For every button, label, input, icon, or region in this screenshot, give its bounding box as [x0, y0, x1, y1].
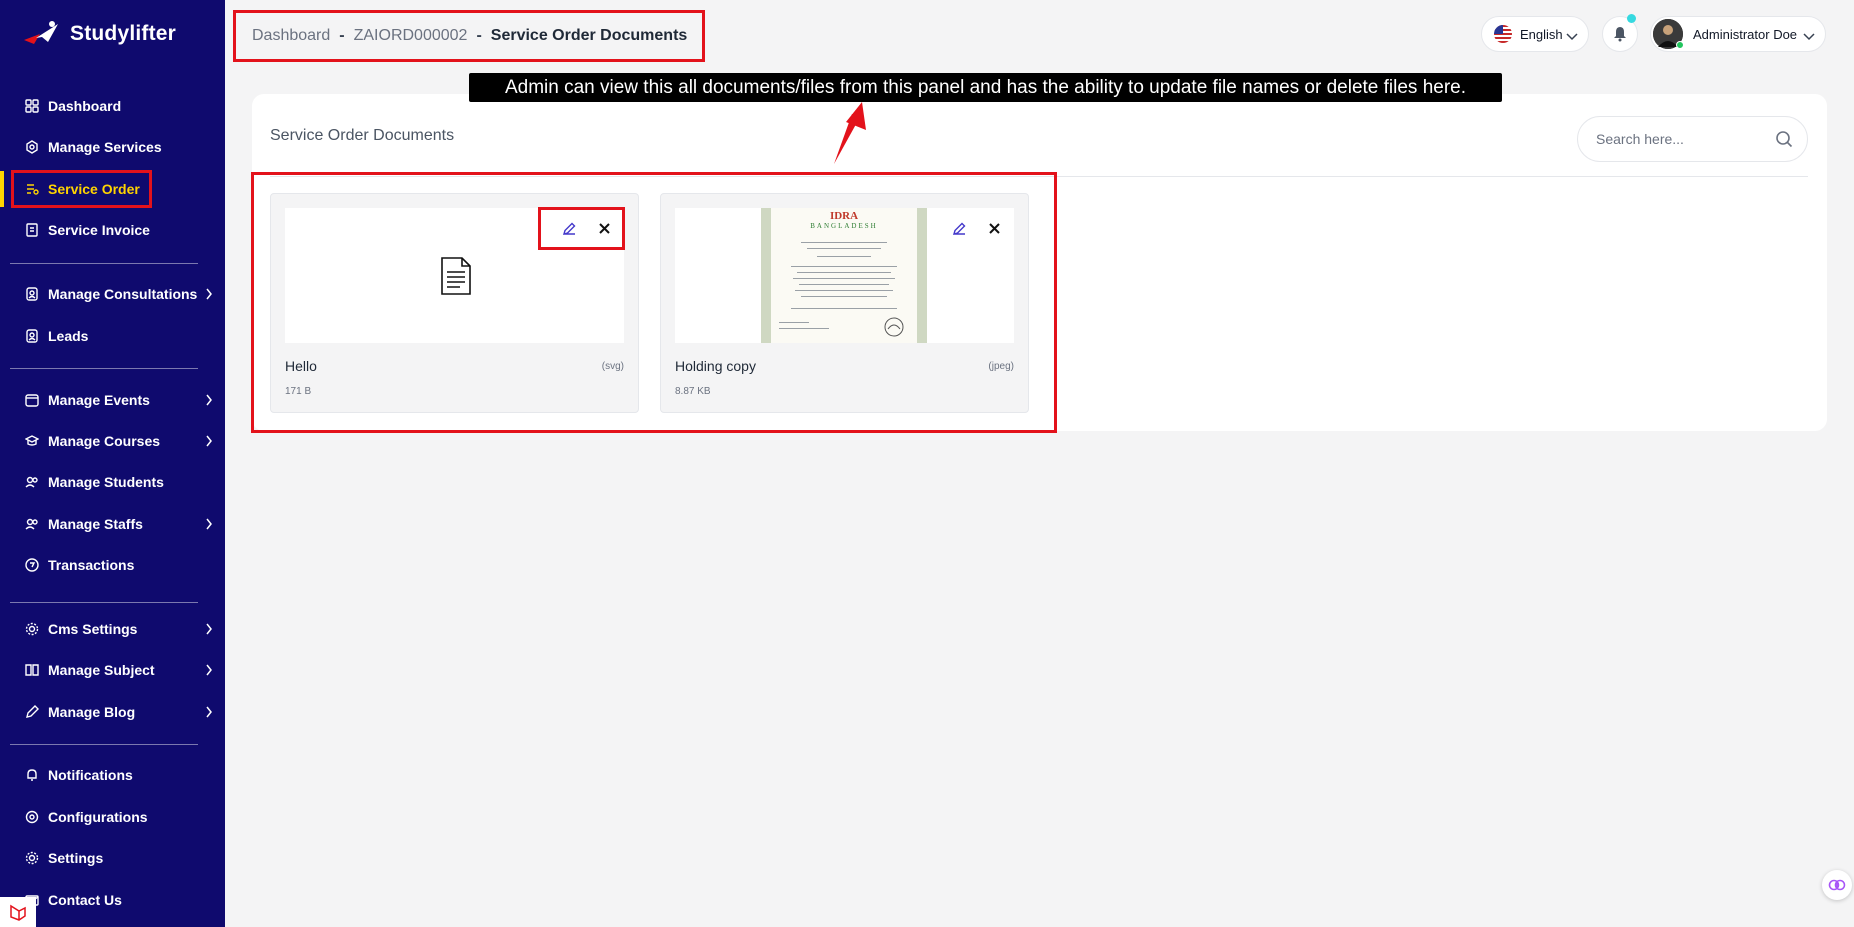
brain-icon — [1828, 879, 1846, 891]
actions-highlight — [538, 207, 625, 250]
bell-icon — [1614, 27, 1626, 42]
chevron-right-icon — [205, 287, 213, 303]
sidebar-divider — [10, 263, 198, 264]
sidebar-item-label: Manage Students — [48, 474, 164, 490]
bell-icon — [24, 767, 40, 783]
dashboard-icon — [24, 98, 40, 114]
brand-name: Studylifter — [70, 22, 177, 45]
sidebar-item-label: Manage Blog — [48, 704, 136, 720]
sidebar-item-manage-students[interactable]: Manage Students — [0, 464, 225, 500]
avatar — [1653, 19, 1684, 49]
chevron-down-icon — [1566, 29, 1578, 44]
us-flag-icon — [1494, 25, 1512, 43]
sidebar-item-service-order[interactable]: Service Order — [0, 171, 225, 207]
staffs-icon — [24, 516, 40, 532]
notification-dot — [1627, 14, 1636, 23]
language-selector[interactable]: English — [1481, 16, 1589, 52]
chevron-right-icon — [205, 705, 213, 721]
sidebar-item-manage-courses[interactable]: Manage Courses — [0, 423, 225, 459]
language-label: English — [1520, 26, 1563, 42]
chevron-right-icon — [205, 663, 213, 679]
sidebar-item-label: Leads — [48, 328, 89, 344]
transactions-icon — [24, 557, 40, 573]
chevron-right-icon — [205, 622, 213, 638]
search-input[interactable] — [1596, 131, 1766, 147]
services-icon — [24, 139, 40, 155]
search-icon[interactable] — [1775, 130, 1793, 153]
blog-icon — [24, 704, 40, 720]
user-menu[interactable]: Administrator Doe — [1650, 16, 1826, 52]
courses-icon — [24, 433, 40, 449]
sidebar-item-cms-settings[interactable]: Cms Settings — [0, 611, 225, 647]
sidebar-item-label: Manage Courses — [48, 433, 161, 449]
configurations-icon — [24, 809, 40, 825]
sidebar-item-label: Manage Staffs — [48, 516, 143, 532]
panel-title: Service Order Documents — [270, 127, 455, 144]
sidebar-item-label: Manage Subject — [48, 662, 155, 678]
sidebar-item-manage-staffs[interactable]: Manage Staffs — [0, 506, 225, 542]
sidebar-item-manage-subject[interactable]: Manage Subject — [0, 652, 225, 688]
sidebar: Studylifter Dashboard Manage Services Se… — [0, 0, 225, 927]
sidebar-item-label: Service Order — [48, 181, 140, 197]
sidebar-item-label: Contact Us — [48, 892, 122, 908]
sidebar-item-label: Cms Settings — [48, 621, 138, 637]
chevron-right-icon — [205, 517, 213, 533]
assistant-button[interactable] — [1822, 870, 1852, 900]
sidebar-item-label: Settings — [48, 850, 104, 866]
events-icon — [24, 392, 40, 408]
sidebar-item-settings[interactable]: Settings — [0, 840, 225, 876]
breadcrumb-current: Service Order Documents — [490, 27, 688, 44]
sidebar-item-configurations[interactable]: Configurations — [0, 799, 225, 835]
sidebar-item-service-invoice[interactable]: Service Invoice — [0, 212, 225, 248]
subject-icon — [24, 662, 40, 678]
sidebar-item-label: Transactions — [48, 557, 135, 573]
sidebar-item-label: Manage Events — [48, 392, 150, 408]
students-icon — [24, 474, 40, 490]
gear-icon — [24, 850, 40, 866]
sidebar-item-manage-blog[interactable]: Manage Blog — [0, 694, 225, 730]
sidebar-item-label: Dashboard — [48, 98, 122, 114]
sidebar-divider — [10, 602, 198, 603]
sidebar-item-dashboard[interactable]: Dashboard — [0, 88, 225, 124]
sidebar-item-manage-services[interactable]: Manage Services — [0, 129, 225, 165]
sidebar-divider — [10, 368, 198, 369]
invoice-icon — [24, 222, 40, 238]
studylifter-logo-icon — [24, 21, 58, 44]
sidebar-item-label: Configurations — [48, 809, 148, 825]
sidebar-item-label: Notifications — [48, 767, 133, 783]
online-status-dot — [1676, 41, 1684, 49]
breadcrumb-separator: - — [339, 27, 345, 44]
sidebar-item-transactions[interactable]: Transactions — [0, 547, 225, 583]
breadcrumb: Dashboard - ZAIORD000002 - Service Order… — [233, 10, 705, 62]
sidebar-item-label: Manage Services — [48, 139, 162, 155]
framework-logo-icon — [0, 897, 36, 927]
chevron-down-icon — [1803, 29, 1815, 44]
annotation-arrow-icon — [834, 102, 866, 164]
consultations-icon — [24, 286, 40, 302]
search-box — [1577, 116, 1808, 162]
files-highlight — [251, 172, 1057, 433]
leads-icon — [24, 328, 40, 344]
brand-logo[interactable]: Studylifter — [22, 20, 176, 48]
breadcrumb-separator: - — [476, 27, 482, 44]
user-name: Administrator Doe — [1693, 26, 1798, 42]
annotation-tooltip: Admin can view this all documents/files … — [469, 73, 1502, 102]
sidebar-item-label: Manage Consultations — [48, 286, 198, 302]
chevron-right-icon — [205, 393, 213, 409]
service-order-icon — [24, 181, 40, 197]
sidebar-item-leads[interactable]: Leads — [0, 318, 225, 354]
chevron-right-icon — [205, 434, 213, 450]
sidebar-item-notifications[interactable]: Notifications — [0, 757, 225, 793]
cms-gear-icon — [24, 621, 40, 637]
sidebar-item-manage-events[interactable]: Manage Events — [0, 382, 225, 418]
sidebar-item-label: Service Invoice — [48, 222, 150, 238]
sidebar-item-manage-consultations[interactable]: Manage Consultations — [0, 276, 225, 312]
breadcrumb-dashboard[interactable]: Dashboard — [252, 27, 330, 45]
sidebar-divider — [10, 744, 198, 745]
breadcrumb-order-id[interactable]: ZAIORD000002 — [354, 27, 468, 45]
